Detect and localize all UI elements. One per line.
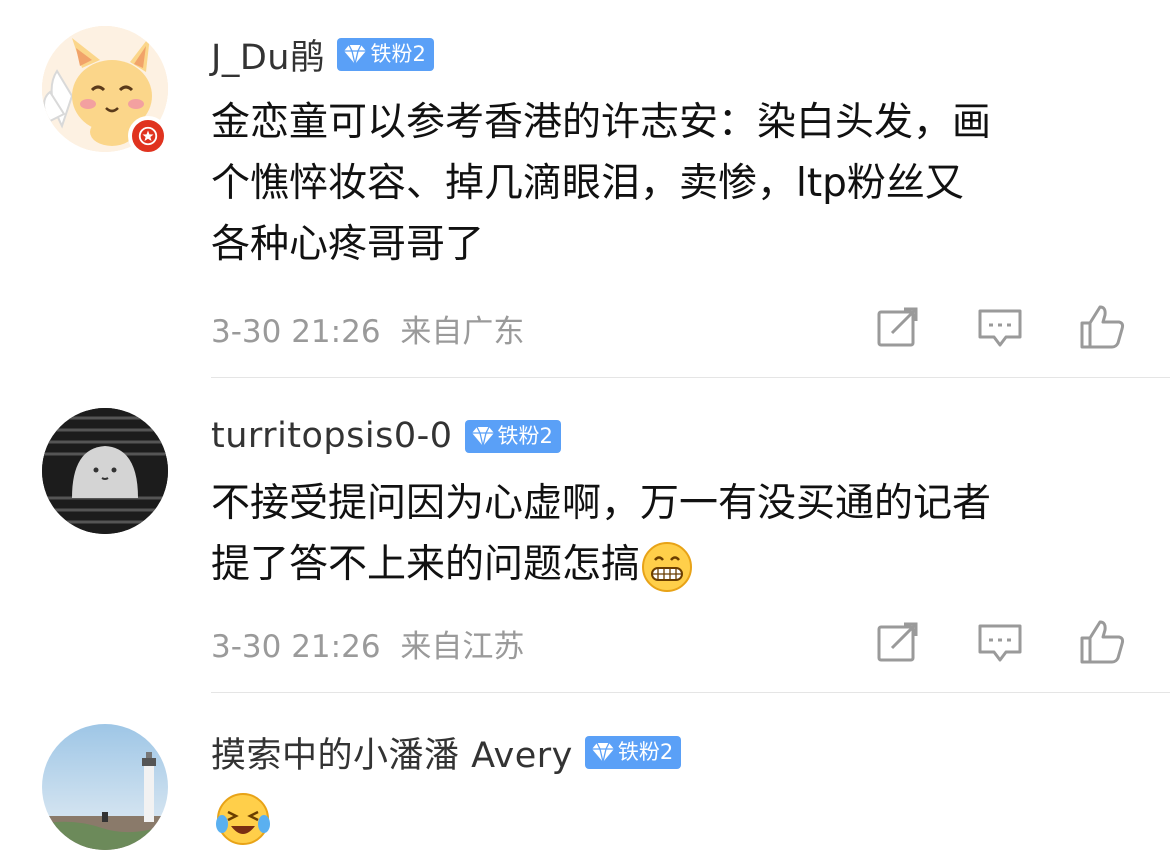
comment-text[interactable]: 金恋童可以参考香港的许志安：染白头发，画 个憔悴妆容、掉几滴眼泪，卖惨，ltp粉…: [211, 92, 1141, 275]
username[interactable]: J_Du鹃: [211, 29, 325, 80]
comment-line: 不接受提问因为心虚啊，万一有没买通的记者: [211, 481, 992, 526]
comment-actions: [0, 618, 1170, 666]
laugh-cry-emoji: [216, 793, 270, 845]
comment-icon[interactable]: [976, 618, 1024, 666]
comment-line: 提了答不上来的问题怎搞: [211, 534, 1141, 595]
like-icon[interactable]: [1078, 303, 1126, 351]
divider: [211, 692, 1170, 693]
comment-item: J_Du鹃 铁粉2 金恋童可以参考香港的许志安：染白头发，画 个憔悴妆容、掉几滴…: [0, 0, 1170, 378]
comment-actions: [0, 303, 1170, 351]
comment-line: 金恋童可以参考香港的许志安：染白头发，画: [211, 100, 992, 145]
share-icon[interactable]: [874, 618, 922, 666]
lighthouse-avatar-icon: [42, 724, 168, 850]
star-verified-icon: [138, 126, 158, 146]
badge-label: 铁粉2: [617, 739, 674, 764]
comment-line: 各种心疼哥哥了: [211, 222, 485, 267]
fan-badge[interactable]: 铁粉2: [337, 37, 434, 71]
diamond-icon: [591, 742, 614, 763]
badge-label: 铁粉2: [370, 41, 426, 66]
fan-badge[interactable]: 铁粉2: [464, 419, 561, 453]
username[interactable]: 摸索中的小潘潘 Avery: [211, 727, 573, 778]
comment-line: 个憔悴妆容、掉几滴眼泪，卖惨，ltp粉丝又: [211, 161, 964, 206]
username[interactable]: turritopsis0-0: [211, 416, 453, 456]
user-avatar[interactable]: [42, 724, 168, 850]
diamond-icon: [344, 44, 367, 65]
user-avatar[interactable]: [42, 408, 168, 534]
comment-line-text: 提了答不上来的问题怎搞: [211, 542, 641, 587]
comment-icon[interactable]: [976, 303, 1024, 351]
comment-text[interactable]: 不接受提问因为心虚啊，万一有没买通的记者 提了答不上来的问题怎搞: [211, 473, 1141, 595]
fan-badge[interactable]: 铁粉2: [584, 735, 682, 769]
like-icon[interactable]: [1078, 618, 1126, 666]
ghost-avatar-icon: [42, 408, 168, 534]
share-icon[interactable]: [874, 303, 922, 351]
comment-item: turritopsis0-0 铁粉2 不接受提问因为心虚啊，万一有没买通的记者 …: [0, 378, 1170, 694]
comment-text[interactable]: [214, 790, 272, 852]
verified-badge: [128, 116, 168, 156]
grin-emoji: [642, 541, 693, 592]
badge-label: 铁粉2: [497, 423, 553, 448]
diamond-icon: [471, 426, 494, 447]
comment-item: 摸索中的小潘潘 Avery 铁粉2: [0, 694, 1170, 860]
